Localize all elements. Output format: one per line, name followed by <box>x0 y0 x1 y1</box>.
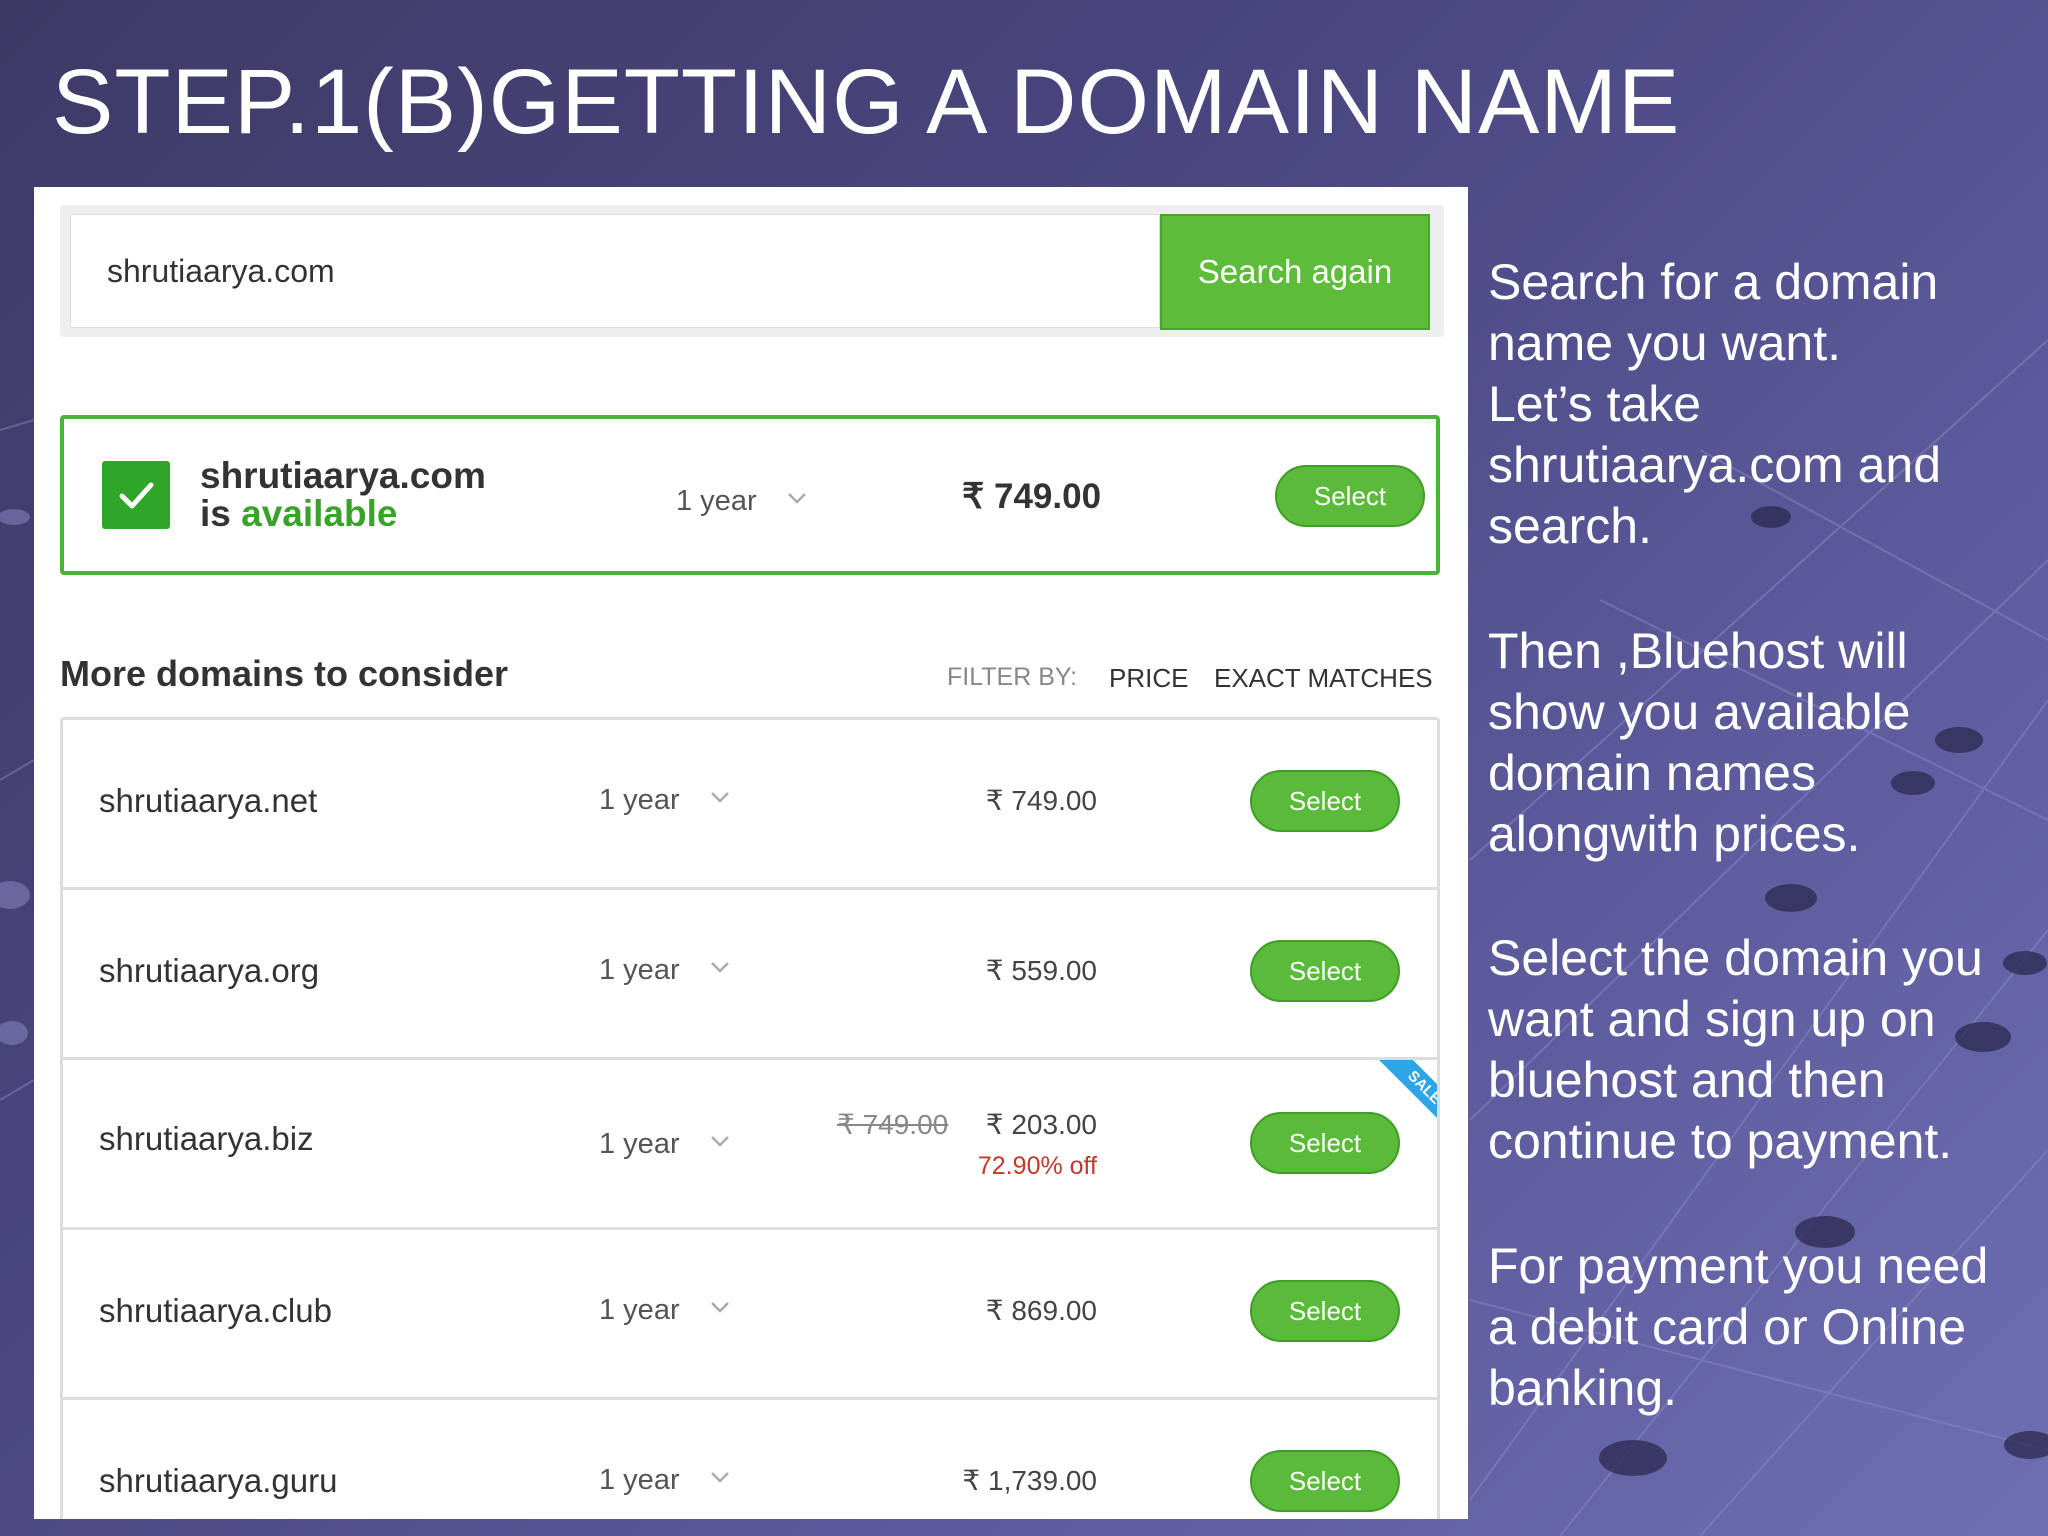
search-bar: shrutiaarya.com Search again <box>60 205 1444 337</box>
instruction-line: Search for a domain <box>1488 254 1939 310</box>
checkmark-icon <box>102 461 170 529</box>
instruction-line: For payment you need <box>1488 1238 1989 1294</box>
domain-name: shrutiaarya.net <box>99 782 318 819</box>
domain-row-org: shrutiaarya.org 1 year ₹ 559.00 Select <box>63 890 1437 1060</box>
instruction-line: bluehost and then <box>1488 1052 1886 1108</box>
instruction-line: alongwith prices. <box>1488 806 1861 862</box>
chevron-down-icon[interactable] <box>784 485 810 511</box>
domain-search-screenshot: shrutiaarya.com Search again shrutiaarya… <box>34 187 1468 1519</box>
term-select[interactable]: 1 year <box>599 954 680 987</box>
status-prefix: is <box>200 493 242 534</box>
available-price: ₹ 749.00 <box>962 477 1102 516</box>
slide-title: STEP.1(B)GETTING A DOMAIN NAME <box>52 51 1681 153</box>
domain-list: shrutiaarya.net 1 year ₹ 749.00 Select s… <box>60 717 1440 1519</box>
select-button[interactable]: Select <box>1250 1280 1400 1342</box>
domain-price: ₹ 869.00 <box>985 1295 1097 1326</box>
status-available: available <box>241 493 398 534</box>
instruction-line: search. <box>1488 498 1652 554</box>
chevron-down-icon[interactable] <box>707 1128 733 1154</box>
instruction-line: want and sign up on <box>1488 991 1936 1047</box>
search-again-button[interactable]: Search again <box>1160 214 1430 330</box>
select-button[interactable]: Select <box>1275 465 1425 527</box>
instruction-line: name you want. <box>1488 315 1841 371</box>
availability-card: shrutiaarya.com is available 1 year ₹ 74… <box>60 415 1440 575</box>
domain-name: shrutiaarya.guru <box>99 1462 338 1499</box>
term-select[interactable]: 1 year <box>599 1128 680 1161</box>
instruction-line: continue to payment. <box>1488 1113 1953 1169</box>
domain-row-biz: SALE shrutiaarya.biz 1 year ₹ 749.00 ₹ 2… <box>63 1060 1437 1230</box>
instruction-results: Then ,Bluehost will show you available d… <box>1488 621 2028 865</box>
chevron-down-icon[interactable] <box>707 954 733 980</box>
instruction-line: Let’s take <box>1488 376 1702 432</box>
chevron-down-icon[interactable] <box>707 1294 733 1320</box>
instruction-line: show you available <box>1488 684 1911 740</box>
select-button[interactable]: Select <box>1250 1112 1400 1174</box>
instruction-line: a debit card or Online <box>1488 1299 1967 1355</box>
discount-text: 72.90% off <box>977 1152 1097 1180</box>
instruction-search: Search for a domain name you want. Let’s… <box>1488 252 2028 557</box>
instruction-line: Select the domain you <box>1488 930 1983 986</box>
instruction-line: banking. <box>1488 1360 1678 1416</box>
chevron-down-icon[interactable] <box>707 784 733 810</box>
select-button[interactable]: Select <box>1250 770 1400 832</box>
instruction-line: Then ,Bluehost will <box>1488 623 1908 679</box>
instruction-select: Select the domain you want and sign up o… <box>1488 928 2028 1172</box>
domain-price: ₹ 559.00 <box>985 955 1097 986</box>
instruction-line: shrutiaarya.com and <box>1488 437 1942 493</box>
term-select[interactable]: 1 year <box>676 485 757 518</box>
filter-exact-matches-link[interactable]: EXACT MATCHES <box>1214 663 1433 694</box>
domain-row-guru: shrutiaarya.guru 1 year ₹ 1,739.00 Selec… <box>63 1400 1437 1519</box>
term-select[interactable]: 1 year <box>599 1464 680 1497</box>
domain-price: ₹ 1,739.00 <box>962 1465 1097 1496</box>
term-select[interactable]: 1 year <box>599 1294 680 1327</box>
domain-price: ₹ 203.00 <box>985 1109 1097 1140</box>
domain-row-club: shrutiaarya.club 1 year ₹ 869.00 Select <box>63 1230 1437 1400</box>
instruction-line: domain names <box>1488 745 1816 801</box>
select-button[interactable]: Select <box>1250 940 1400 1002</box>
term-select[interactable]: 1 year <box>599 784 680 817</box>
search-input-value: shrutiaarya.com <box>107 253 335 289</box>
availability-status: is available <box>200 493 397 535</box>
domain-row-net: shrutiaarya.net 1 year ₹ 749.00 Select <box>63 720 1437 890</box>
original-price: ₹ 749.00 <box>837 1109 949 1140</box>
available-domain-name: shrutiaarya.com <box>200 455 486 496</box>
filter-label: FILTER BY: <box>947 663 1078 691</box>
chevron-down-icon[interactable] <box>707 1464 733 1490</box>
more-domains-heading: More domains to consider <box>60 653 509 694</box>
domain-price: ₹ 749.00 <box>985 785 1097 816</box>
filter-price-link[interactable]: PRICE <box>1109 663 1188 694</box>
domain-name: shrutiaarya.club <box>99 1292 332 1329</box>
select-button[interactable]: Select <box>1250 1450 1400 1512</box>
domain-name: shrutiaarya.biz <box>99 1120 314 1157</box>
domain-name: shrutiaarya.org <box>99 952 320 989</box>
instruction-payment: For payment you need a debit card or Onl… <box>1488 1236 2028 1419</box>
domain-search-input[interactable]: shrutiaarya.com <box>70 214 1160 328</box>
